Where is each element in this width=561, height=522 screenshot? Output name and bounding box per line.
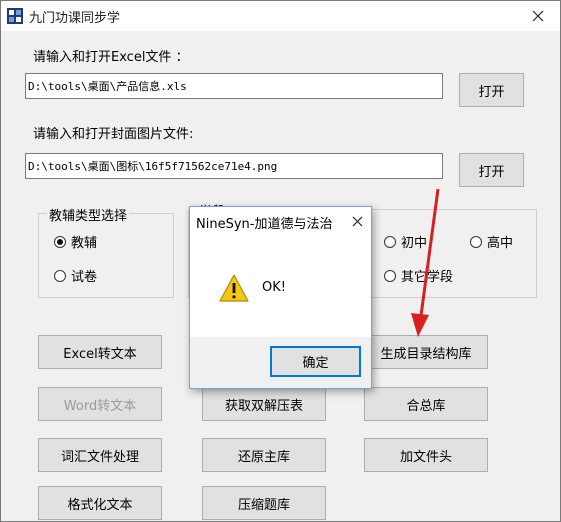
- radio-stage-other[interactable]: 其它学段: [384, 266, 453, 285]
- title-bar: 九门功课同步学: [1, 1, 560, 31]
- radio-type-fudao[interactable]: 教辅: [54, 232, 97, 251]
- dialog-message: OK!: [262, 280, 286, 295]
- type-group: 教辅类型选择: [38, 205, 174, 298]
- radio-indicator: [384, 235, 396, 248]
- message-dialog: NineSyn-加道德与法治 OK! 确定: [189, 206, 372, 389]
- compress-bank-button[interactable]: 压缩题库: [202, 486, 326, 520]
- radio-label: 初中: [401, 236, 428, 251]
- ok-button[interactable]: 确定: [270, 346, 361, 377]
- cover-path-input[interactable]: D:\tools\桌面\图标\16f5f71562ce71e4.png: [25, 153, 443, 179]
- close-icon: [532, 10, 544, 22]
- cover-open-button[interactable]: 打开: [459, 153, 524, 187]
- add-file-header-button[interactable]: 加文件头: [364, 438, 488, 472]
- cover-file-label: 请输入和打开封面图片文件:: [33, 127, 194, 142]
- radio-indicator: [54, 235, 66, 248]
- radio-type-shijuan[interactable]: 试卷: [54, 266, 97, 285]
- radio-label: 试卷: [71, 270, 98, 285]
- restore-main-db-button[interactable]: 还原主库: [202, 438, 326, 472]
- dialog-title: NineSyn-加道德与法治: [196, 217, 333, 232]
- type-group-title: 教辅类型选择: [47, 205, 130, 224]
- format-text-button[interactable]: 格式化文本: [38, 486, 162, 520]
- radio-indicator: [470, 235, 482, 248]
- app-icon: [7, 8, 23, 24]
- radio-indicator: [384, 269, 396, 282]
- excel-file-label: 请输入和打开Excel文件 ：: [33, 50, 189, 65]
- word-to-text-button[interactable]: Word转文本: [38, 387, 162, 421]
- dialog-close-button[interactable]: [347, 211, 367, 231]
- close-icon: [352, 216, 362, 226]
- excel-open-button[interactable]: 打开: [459, 73, 524, 107]
- main-window: 九门功课同步学 请输入和打开Excel文件 ： D:\tools\桌面\产品信息…: [0, 0, 561, 522]
- radio-label: 其它学段: [401, 270, 454, 285]
- radio-stage-gaozhong[interactable]: 高中: [470, 232, 513, 251]
- get-double-table-button[interactable]: 获取双解压表: [202, 387, 326, 421]
- radio-label: 教辅: [71, 236, 98, 251]
- radio-indicator: [54, 269, 66, 282]
- dialog-body: OK!: [190, 235, 371, 337]
- excel-to-text-button[interactable]: Excel转文本: [38, 335, 162, 369]
- radio-stage-chuzhong[interactable]: 初中: [384, 232, 427, 251]
- excel-path-input[interactable]: D:\tools\桌面\产品信息.xls: [25, 73, 443, 99]
- merge-all-button[interactable]: 合总库: [364, 387, 488, 421]
- gen-dir-structure-button[interactable]: 生成目录结构库: [364, 335, 488, 369]
- radio-label: 高中: [487, 236, 514, 251]
- dialog-title-bar: NineSyn-加道德与法治: [190, 207, 371, 235]
- window-close-button[interactable]: [516, 1, 560, 31]
- vocab-process-button[interactable]: 词汇文件处理: [38, 438, 162, 472]
- warning-icon: [219, 274, 249, 302]
- window-title: 九门功课同步学: [29, 11, 121, 26]
